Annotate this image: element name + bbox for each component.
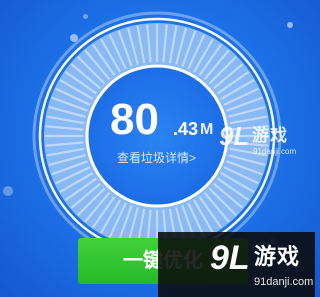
watermark-url: 91danji.com	[254, 276, 314, 288]
watermark-large: 9L 游戏 91danji.com	[158, 232, 315, 297]
junk-size-decimal: .43	[173, 119, 199, 139]
view-junk-details-link[interactable]: 查看垃圾详情>	[117, 151, 196, 165]
brand-logo-icon: 9L	[210, 239, 250, 277]
brand-logo-icon: 9L	[219, 121, 250, 151]
junk-size-unit: M	[200, 121, 214, 138]
watermark-small: 9L 游戏 91danji.com	[219, 123, 309, 163]
watermark-url: 91danji.com	[253, 147, 297, 156]
watermark-brand: 游戏	[254, 244, 301, 269]
junk-size-value: 80	[110, 95, 159, 144]
cleaner-screen: 80 .43 M 查看垃圾详情> 9L 游戏 91danji.com 一键优化 …	[0, 0, 315, 297]
watermark-brand: 游戏	[252, 126, 288, 145]
